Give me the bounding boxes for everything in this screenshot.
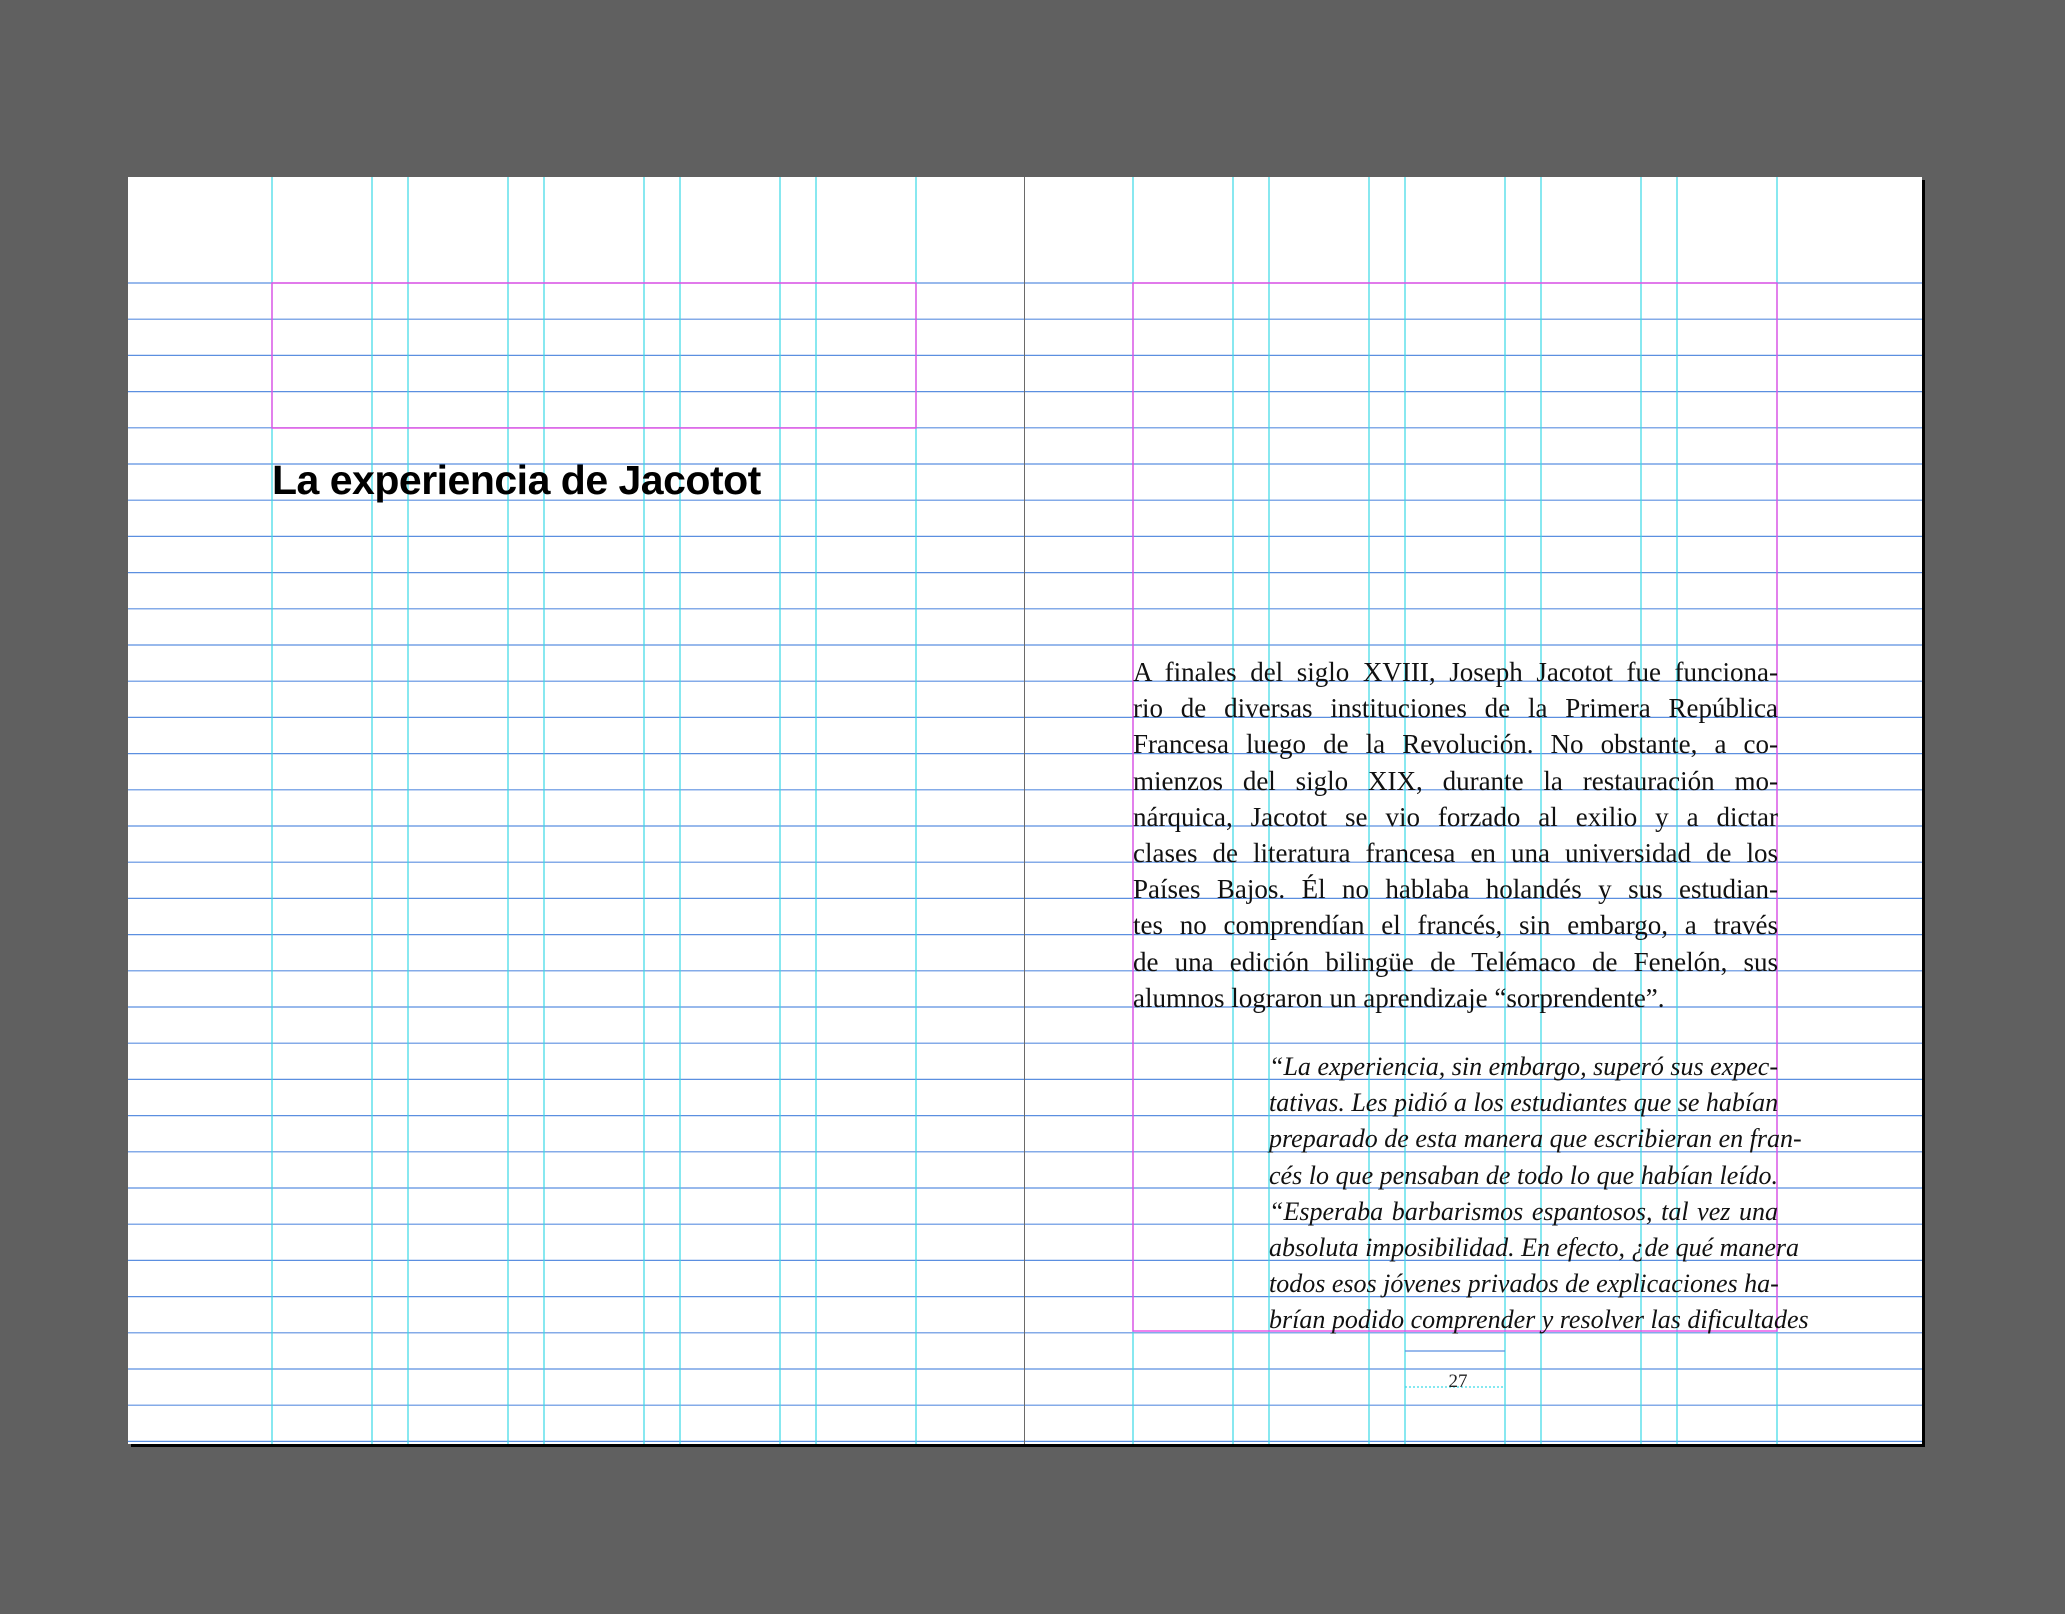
- body-line: de una edición bilingüe de Telémaco de F…: [1133, 946, 1778, 977]
- quote-line: absoluta imposibilidad. En efecto, ¿de q…: [1269, 1233, 1800, 1263]
- page-spine: [1024, 177, 1025, 1444]
- body-line: Francesa luego de la Revolución. No obst…: [1133, 729, 1778, 760]
- page-number: 27: [1448, 1371, 1468, 1392]
- body-line: clases de literatura francesa en una uni…: [1133, 838, 1778, 869]
- quote-line: brían podido comprender y resolver las d…: [1269, 1305, 1809, 1335]
- body-line: tes no comprendían el francés, sin embar…: [1133, 910, 1778, 941]
- quote-line: “Esperaba barbarismos espantosos, tal ve…: [1269, 1196, 1778, 1226]
- body-text[interactable]: A finales del siglo XVIII, Joseph Jacoto…: [1133, 654, 1778, 1016]
- quote-line: tativas. Les pidió a los estudiantes que…: [1269, 1088, 1779, 1118]
- quote-line: preparado de esta manera que escribieran…: [1269, 1124, 1802, 1154]
- block-quote[interactable]: “La experiencia, sin embargo, superó sus…: [1269, 1049, 1809, 1339]
- body-line: alumnos lograron un aprendizaje “sorpren…: [1133, 982, 1665, 1013]
- body-line: rio de diversas instituciones de la Prim…: [1133, 693, 1778, 724]
- quote-line: todos esos jóvenes privados de explicaci…: [1269, 1269, 1779, 1299]
- quote-line: cés lo que pensaban de todo lo que había…: [1269, 1160, 1778, 1190]
- body-line: Países Bajos. Él no hablaba holandés y s…: [1133, 874, 1778, 905]
- body-line: A finales del siglo XVIII, Joseph Jacoto…: [1133, 657, 1778, 687]
- quote-line: “La experiencia, sin embargo, superó sus…: [1269, 1052, 1778, 1081]
- body-line: nárquica, Jacotot se vio forzado al exil…: [1133, 801, 1778, 832]
- chapter-heading[interactable]: La experiencia de Jacotot: [272, 460, 761, 501]
- body-line: mienzos del siglo XIX, durante la restau…: [1133, 765, 1778, 796]
- page-spread[interactable]: La experiencia de Jacotot A finales del …: [128, 177, 1922, 1444]
